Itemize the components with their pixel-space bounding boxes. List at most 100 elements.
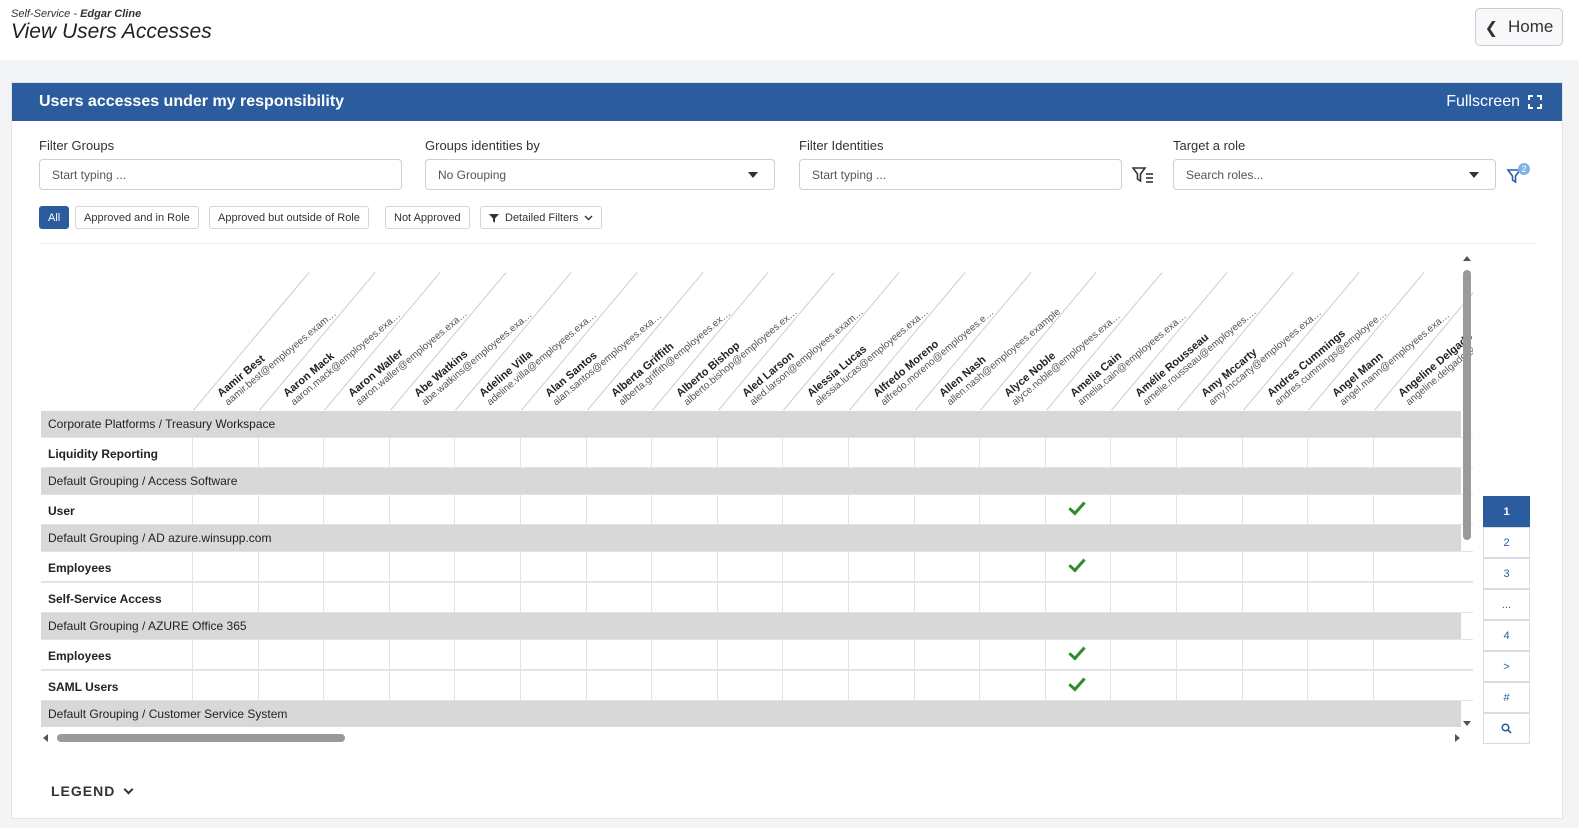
access-cell[interactable] <box>1307 671 1373 700</box>
access-cell[interactable] <box>1307 438 1373 467</box>
access-cell[interactable] <box>1372 640 1439 669</box>
access-cell[interactable] <box>782 495 848 524</box>
access-cell[interactable] <box>388 671 455 700</box>
chip-all[interactable]: All <box>39 206 70 229</box>
access-cell[interactable] <box>1241 640 1308 669</box>
access-cell[interactable] <box>585 552 652 581</box>
access-cell[interactable] <box>192 438 258 467</box>
access-cell[interactable] <box>1241 552 1308 581</box>
user-column-header[interactable]: Aled Larson aled.larson@employees.example <box>740 297 866 408</box>
access-cell[interactable] <box>257 438 324 467</box>
access-cell[interactable] <box>1044 640 1111 669</box>
user-column-header[interactable]: Abe Watkins abe.watkins@employees.example <box>412 297 538 408</box>
page-search-button[interactable] <box>1483 713 1530 744</box>
user-column-header[interactable]: Amelia Cain amelia.cain@employees.example <box>1068 297 1194 408</box>
access-cell[interactable] <box>1241 671 1308 700</box>
access-cell[interactable] <box>585 495 652 524</box>
access-cell[interactable] <box>1241 495 1308 524</box>
access-cell[interactable] <box>323 552 389 581</box>
access-cell[interactable] <box>1372 552 1439 581</box>
access-cell[interactable] <box>1372 495 1439 524</box>
user-column-header[interactable]: Allen Nash allen.nash@employees.example <box>937 297 1063 408</box>
access-cell[interactable] <box>848 640 914 669</box>
access-cell[interactable] <box>651 640 717 669</box>
access-cell[interactable] <box>1307 552 1373 581</box>
chip-approved-outside-role[interactable]: Approved but outside of Role <box>209 206 369 229</box>
access-cell[interactable] <box>1307 583 1373 612</box>
access-cell[interactable] <box>979 583 1045 612</box>
access-cell[interactable] <box>520 495 586 524</box>
access-cell[interactable] <box>979 495 1045 524</box>
user-column-header[interactable]: Amy Mccarty amy.mccarty@employees.exam... <box>1199 297 1325 408</box>
access-cell[interactable] <box>1110 671 1176 700</box>
access-cell[interactable] <box>323 583 389 612</box>
scroll-down-icon[interactable] <box>1463 721 1471 726</box>
chip-approved-in-role[interactable]: Approved and in Role <box>75 206 199 229</box>
user-column-header[interactable]: Aaron Mack aaron.mack@employees.example <box>281 297 407 408</box>
access-cell[interactable] <box>257 552 324 581</box>
access-cell[interactable] <box>1176 671 1242 700</box>
access-cell[interactable] <box>848 438 914 467</box>
access-cell[interactable] <box>192 671 258 700</box>
page-button[interactable]: # <box>1483 682 1530 713</box>
access-cell[interactable] <box>979 438 1045 467</box>
scroll-left-icon[interactable] <box>43 734 48 742</box>
access-cell[interactable] <box>913 671 980 700</box>
access-cell[interactable] <box>388 640 455 669</box>
vertical-scrollbar[interactable] <box>1461 256 1473 726</box>
access-cell[interactable] <box>257 583 324 612</box>
fullscreen-button[interactable]: Fullscreen <box>1446 93 1542 111</box>
access-cell[interactable] <box>913 438 980 467</box>
access-cell[interactable] <box>520 583 586 612</box>
access-cell[interactable] <box>585 671 652 700</box>
page-button[interactable]: 1 <box>1483 496 1530 527</box>
access-cell[interactable] <box>454 552 520 581</box>
access-cell[interactable] <box>585 640 652 669</box>
user-column-header[interactable]: Alfredo Moreno alfredo.moreno@employees.e… <box>871 297 997 408</box>
access-cell[interactable] <box>192 640 258 669</box>
target-role-select[interactable]: Search roles... <box>1173 159 1496 190</box>
access-cell[interactable] <box>1044 438 1111 467</box>
horizontal-scroll-thumb[interactable] <box>57 734 345 742</box>
page-button[interactable]: > <box>1483 651 1530 682</box>
access-cell[interactable] <box>1372 438 1439 467</box>
access-cell[interactable] <box>716 640 783 669</box>
access-cell[interactable] <box>651 552 717 581</box>
scroll-right-icon[interactable] <box>1455 734 1460 742</box>
access-cell[interactable] <box>979 552 1045 581</box>
access-cell[interactable] <box>192 495 258 524</box>
access-cell[interactable] <box>454 583 520 612</box>
access-cell[interactable] <box>257 671 324 700</box>
access-cell[interactable] <box>913 495 980 524</box>
access-cell[interactable] <box>913 640 980 669</box>
access-cell[interactable] <box>716 495 783 524</box>
user-column-header[interactable]: Angel Mann angel.mann@employees.example <box>1330 297 1456 408</box>
access-cell[interactable] <box>716 552 783 581</box>
access-cell[interactable] <box>1241 438 1308 467</box>
access-cell[interactable] <box>585 438 652 467</box>
user-column-header[interactable]: Adeline Villa adeline.villa@employees.exa… <box>478 297 604 408</box>
access-cell[interactable] <box>848 671 914 700</box>
access-cell[interactable] <box>716 438 783 467</box>
user-column-header[interactable]: Alberto Bishop alberto.bishop@employees.e… <box>674 297 800 408</box>
access-cell[interactable] <box>1044 495 1111 524</box>
access-cell[interactable] <box>388 583 455 612</box>
access-cell[interactable] <box>1110 438 1176 467</box>
access-cell[interactable] <box>388 552 455 581</box>
user-column-header[interactable]: Amélie Rousseau amelie.rousseau@employees… <box>1134 297 1260 408</box>
access-cell[interactable] <box>979 640 1045 669</box>
access-cell[interactable] <box>651 438 717 467</box>
access-cell[interactable] <box>716 671 783 700</box>
access-cell[interactable] <box>323 671 389 700</box>
access-cell[interactable] <box>913 552 980 581</box>
access-cell[interactable] <box>1307 640 1373 669</box>
access-cell[interactable] <box>716 583 783 612</box>
access-cell[interactable] <box>1044 583 1111 612</box>
vertical-scroll-thumb[interactable] <box>1463 270 1471 540</box>
chip-not-approved[interactable]: Not Approved <box>385 206 470 229</box>
access-cell[interactable] <box>782 438 848 467</box>
user-column-header[interactable]: Alessia Lucas alessia.lucas@employees.exa… <box>806 297 932 408</box>
page-button[interactable]: ... <box>1483 589 1530 620</box>
access-cell[interactable] <box>782 671 848 700</box>
access-cell[interactable] <box>651 583 717 612</box>
